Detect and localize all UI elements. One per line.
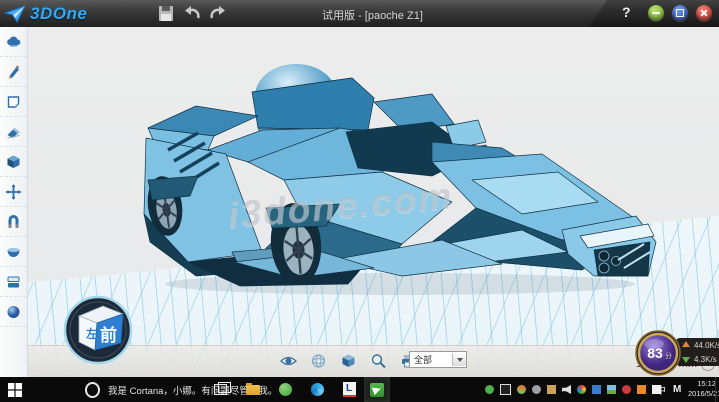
material-bowl-icon (5, 244, 22, 260)
app-logo-text: 3DOne (30, 4, 87, 24)
tool-material[interactable] (0, 237, 27, 267)
tool-sketch-pencil[interactable] (0, 57, 27, 87)
title-bar: 3DOne 试用版 - [paoche Z1] ? (0, 0, 719, 27)
tray-monitor-icon[interactable] (500, 384, 511, 395)
3done-app-button-active[interactable] (364, 377, 390, 402)
chevron-down-icon (457, 358, 463, 362)
filter-dropdown[interactable]: 全部 (409, 351, 467, 368)
view-cube-widget[interactable]: 左 前 (61, 293, 135, 367)
save-button[interactable] (157, 5, 175, 22)
taskbar-clock[interactable]: 15:12 2016/5/21 (688, 379, 716, 399)
restore-icon (676, 9, 684, 17)
sphere-icon (5, 304, 22, 320)
task-view-icon (214, 384, 227, 395)
show-desktop-button[interactable] (715, 377, 719, 402)
green-app-button[interactable] (272, 377, 298, 402)
l-app-button[interactable]: L (336, 377, 362, 402)
download-speed: 4.3K/s (694, 355, 717, 364)
upload-speed: 44.0K/s (694, 341, 719, 350)
view-cube-front-face[interactable]: 前 (100, 325, 117, 345)
cube-icon (5, 154, 22, 170)
file-explorer-button[interactable] (240, 377, 266, 402)
tray-m-icon[interactable]: M (673, 377, 681, 402)
viewport-3d[interactable]: i3done.com (28, 27, 719, 377)
gauge-score: 83 (647, 345, 663, 361)
windows-logo-icon (8, 383, 22, 397)
window-title: 试用版 - [paoche Z1] (322, 7, 423, 23)
tool-trim[interactable] (0, 117, 27, 147)
trim-eraser-icon (5, 124, 22, 140)
tray-red-icon[interactable] (622, 385, 631, 394)
minimize-icon (652, 12, 660, 14)
blue-swirl-icon (311, 383, 324, 396)
browser-app-button[interactable] (304, 377, 330, 402)
tool-magnet-assembly[interactable] (0, 207, 27, 237)
tray-folder-icon[interactable] (547, 385, 556, 394)
left-toolbar (0, 27, 28, 377)
tool-sketch-plane[interactable] (0, 87, 27, 117)
3done-plane-icon (370, 383, 384, 397)
cortana-circle-icon (85, 382, 100, 398)
filter-dropdown-button[interactable] (452, 353, 466, 366)
tray-green-icon[interactable] (485, 385, 494, 394)
pencil-icon (5, 64, 22, 80)
cloud-icon (5, 34, 22, 50)
start-button[interactable] (5, 377, 25, 402)
undo-button[interactable] (184, 5, 202, 22)
tray-orange-icon[interactable] (637, 385, 646, 394)
cortana-button[interactable] (85, 377, 100, 402)
tray-colorwheel-icon[interactable] (577, 385, 586, 394)
list-bars-icon (5, 274, 22, 290)
close-icon (700, 9, 708, 17)
clock-date: 2016/5/21 (688, 389, 716, 399)
system-tray (485, 377, 661, 402)
zoom-magnifier-button[interactable] (370, 353, 387, 369)
score-gauge-widget[interactable]: 44.0K/s 4.3K/s 83 分 (625, 329, 719, 377)
view-cube-left-face[interactable]: 左 (85, 326, 98, 341)
gauge-score-unit: 分 (665, 351, 672, 360)
tool-list[interactable] (0, 267, 27, 297)
tray-picture-icon[interactable] (607, 385, 616, 394)
ime-indicator[interactable]: 中 (656, 377, 666, 402)
taskbar: 我是 Cortana，小娜。有问题尽管问我。 L 中 M 15:12 2016/… (0, 377, 719, 402)
tray-gray-icon[interactable] (532, 385, 541, 394)
restore-button[interactable] (672, 5, 688, 21)
tool-solid-cube[interactable] (0, 147, 27, 177)
move-arrows-icon (5, 184, 22, 200)
filter-dropdown-value: 全部 (410, 353, 452, 366)
help-button[interactable]: ? (622, 4, 631, 20)
tool-render-sphere[interactable] (0, 297, 27, 327)
magnet-icon (5, 214, 22, 230)
tray-speaker-icon[interactable] (562, 385, 571, 394)
tray-shield-icon[interactable] (517, 385, 526, 394)
paper-plane-icon (4, 5, 26, 23)
folder-icon (246, 385, 260, 395)
screen: { "title_bar": { "logo_text": "3DOne", "… (0, 0, 719, 402)
redo-button[interactable] (208, 5, 226, 22)
tool-move[interactable] (0, 177, 27, 207)
shaded-display-button[interactable] (340, 353, 357, 369)
clock-time: 15:12 (688, 379, 716, 389)
tray-document-icon[interactable] (592, 385, 601, 394)
l-app-icon: L (343, 382, 356, 397)
wireframe-display-button[interactable] (310, 353, 327, 369)
sketch-plane-icon (5, 94, 22, 110)
visibility-eye-button[interactable] (280, 353, 297, 369)
tool-cloud[interactable] (0, 27, 27, 57)
green-circle-icon (279, 383, 292, 396)
app-logo[interactable]: 3DOne (4, 0, 87, 27)
close-button[interactable] (696, 5, 712, 21)
minimize-button[interactable] (648, 5, 664, 21)
task-view-button[interactable] (210, 377, 230, 402)
